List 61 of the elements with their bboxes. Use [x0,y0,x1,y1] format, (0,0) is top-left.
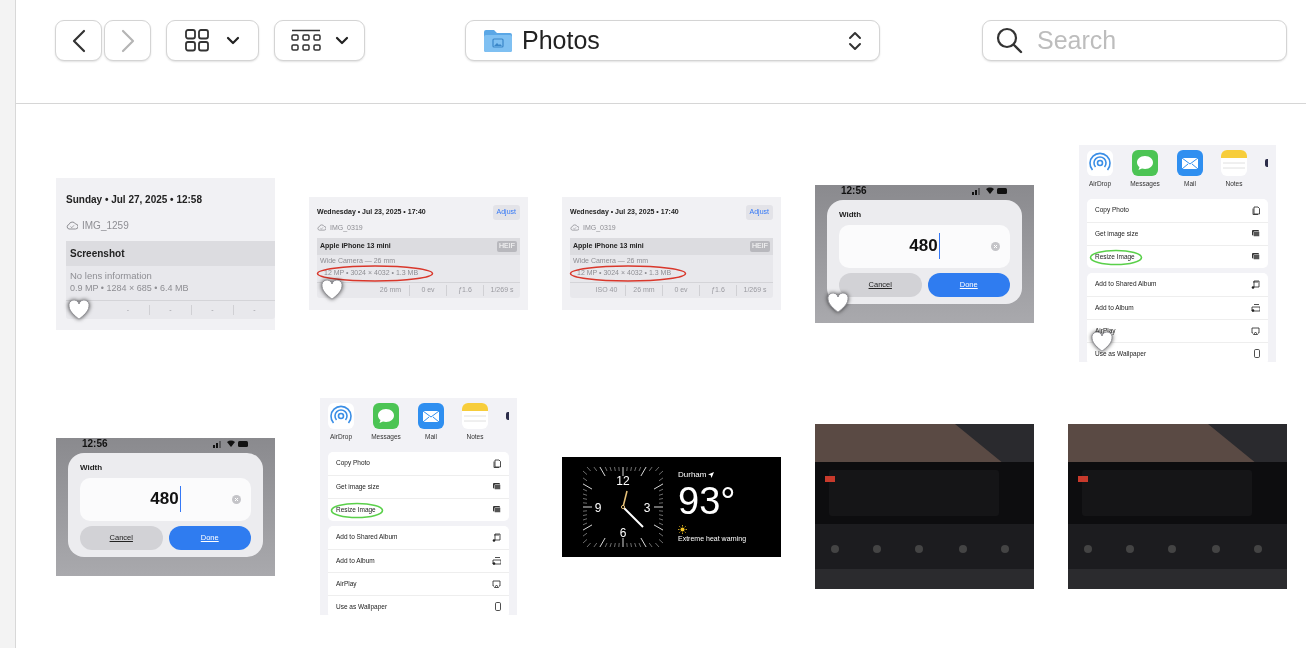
clear-icon [991,241,1000,251]
album-icon [492,532,501,542]
airplay-icon [1251,326,1260,335]
images-icon [1252,230,1260,238]
phone-icon [495,602,501,612]
lens-text: No lens information [70,269,153,282]
city-name: Durham [678,468,707,481]
speech-bubble-icon [1132,150,1158,176]
cloud-icon [66,220,78,230]
cloud-icon [570,224,579,232]
copy-icon [1252,205,1260,215]
sun-icon [678,524,687,534]
date-text: Sunday • Jul 27, 2025 • 12:58 [66,192,202,207]
folder-icon [483,28,513,53]
images-icon [1252,253,1260,261]
notepad-icon [1221,150,1247,176]
dialog-title: Width [80,461,104,474]
file-name: IMG_1259 [82,218,129,233]
envelope-icon [1177,150,1203,176]
status-icons [213,439,249,448]
back-icon [71,28,86,53]
caret-icon [226,36,240,45]
grid-view-icon [185,29,210,52]
search-icon [996,27,1023,54]
clock-numeral: 12 [616,474,630,487]
envelope-icon [418,403,444,429]
group-button[interactable] [274,20,365,61]
airplay-icon [492,579,501,588]
cloud-icon [317,224,326,232]
clock-numeral: 6 [619,526,627,539]
copy-icon [493,458,501,468]
images-icon [493,483,501,491]
dialog-title: Width [839,208,863,221]
group-icon [290,28,321,53]
phone-icon [1254,349,1260,359]
album-icon [1251,279,1260,289]
images-icon [493,506,501,514]
status-icons [972,186,1008,195]
speech-bubble-icon [373,403,399,429]
value-field[interactable]: 480 [839,224,1010,268]
specs-text: 0.9 MP • 1284 × 685 • 6.4 MB [70,283,189,295]
airdrop-icon [328,403,354,429]
status-time: 12:56 [82,437,108,451]
album-icon [492,556,501,566]
value-field[interactable]: 480 [80,477,251,521]
back-button[interactable] [55,20,102,61]
clock-numeral: 3 [643,501,651,514]
status-time: 12:56 [841,184,867,198]
notepad-icon [462,403,488,429]
location-arrow-icon [708,471,715,478]
airdrop-icon [1087,150,1113,176]
temperature: 93° [678,480,737,521]
caret-icon [334,36,349,45]
album-icon [1251,303,1260,313]
camera-name: Screenshot [70,246,125,261]
view-button[interactable] [166,20,259,61]
location-popup[interactable]: Photos [465,20,880,61]
clear-icon [232,494,241,504]
forward-icon [120,28,135,53]
search-field[interactable]: Search [982,20,1287,61]
clock-numeral: 9 [594,501,602,514]
